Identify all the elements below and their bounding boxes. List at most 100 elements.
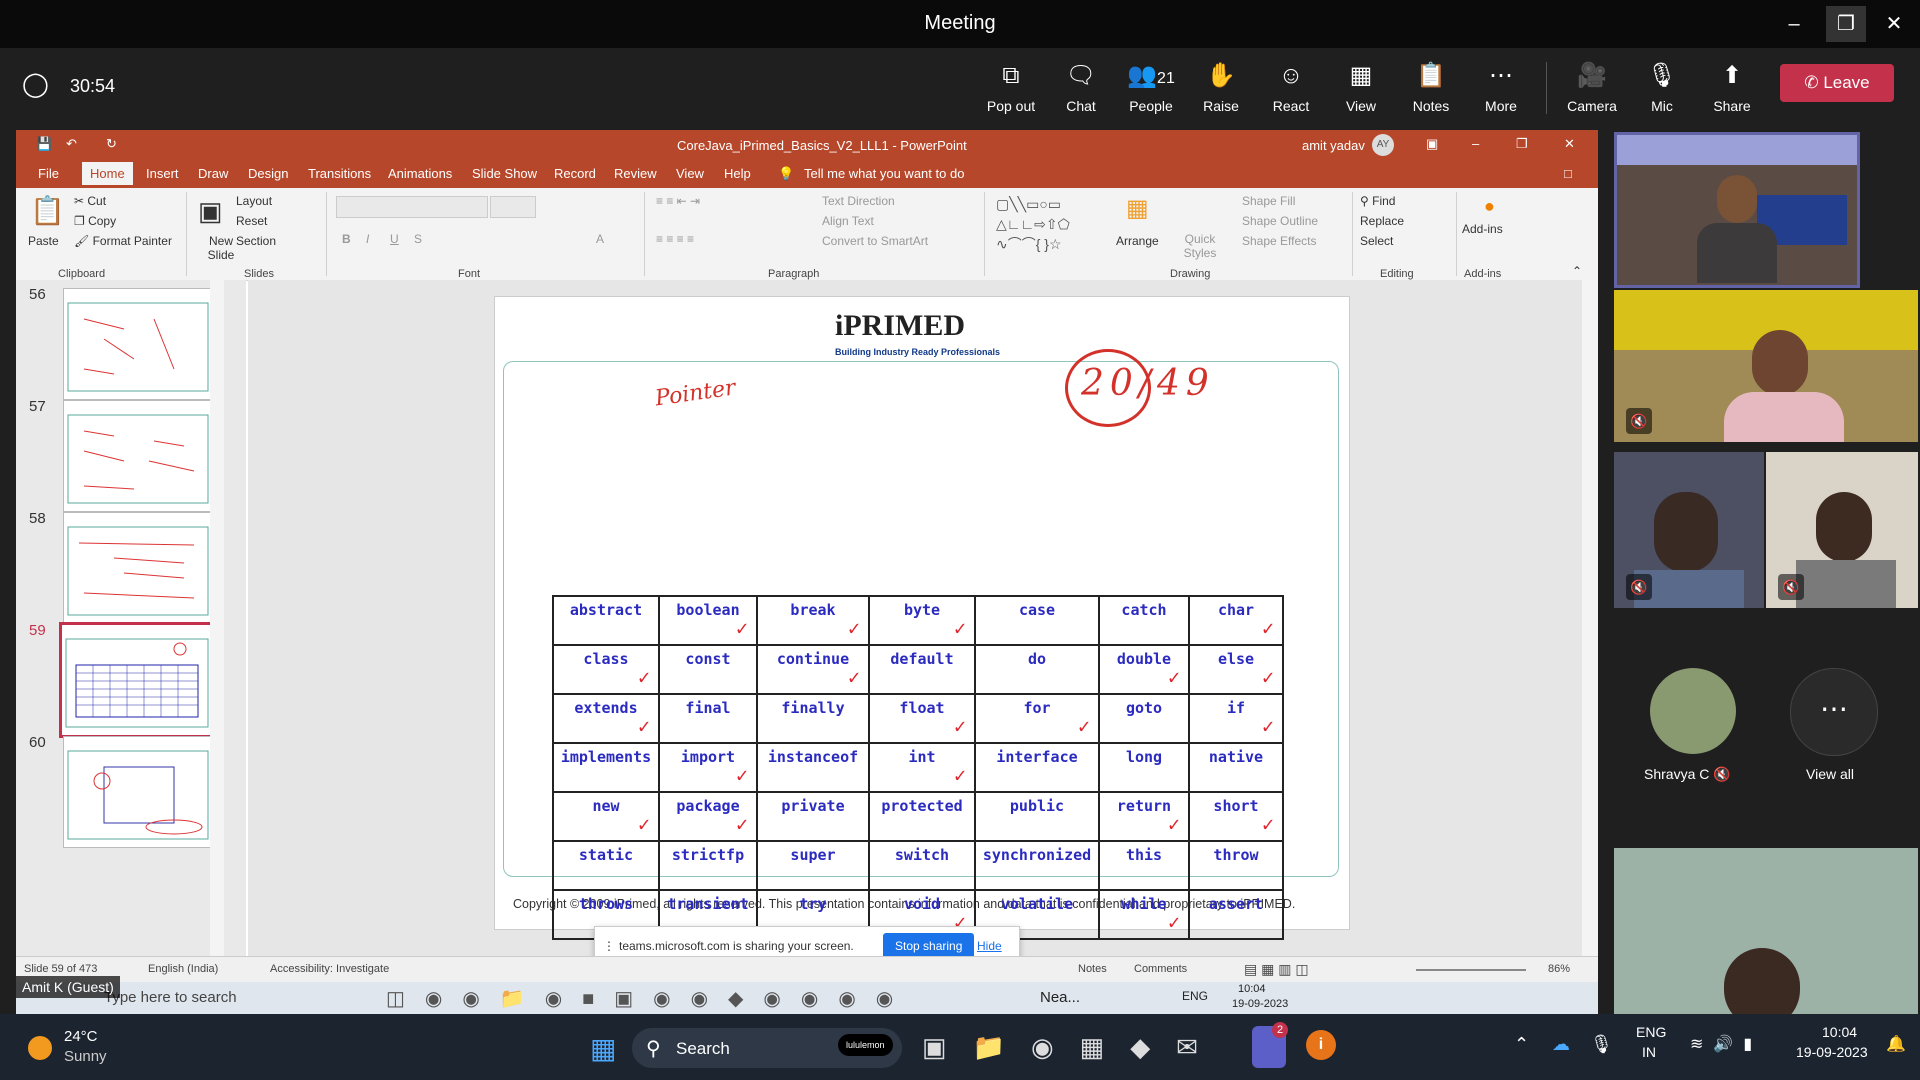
format-painter-button[interactable]: 🖌 Format Painter [74,234,172,248]
tab-file[interactable]: File [38,166,59,181]
zoom-slider[interactable] [1416,969,1526,971]
notes-button[interactable]: 📋 Notes [1396,60,1466,114]
raise-hand-button[interactable]: ✋ Raise [1186,60,1256,114]
weather-icon[interactable] [28,1036,52,1060]
minimize-icon[interactable]: – [1774,6,1814,42]
undo-icon[interactable]: ↶ [66,136,77,152]
addins-button[interactable]: Add-ins [1462,222,1503,236]
shape-fill-button[interactable]: Shape Fill [1242,194,1295,208]
tab-home[interactable]: Home [82,162,133,185]
windows-start-icon[interactable]: ▦ [590,1032,616,1065]
people-button[interactable]: 👥21 People [1116,60,1186,114]
underline-icon[interactable]: U [390,232,399,246]
inner-weather[interactable]: Nea... [1040,989,1080,1006]
thumbnail-56[interactable] [63,288,215,400]
bullets-icon[interactable]: ≡ ≡ ⇤ ⇥ [656,194,700,208]
paste-icon[interactable]: 📋 [30,194,65,227]
tab-record[interactable]: Record [554,166,596,181]
arrange-button[interactable]: Arrange [1116,234,1159,248]
video-tile-participant-3[interactable]: 🔇 [1614,452,1764,608]
ppt-minimize-icon[interactable]: – [1472,136,1479,151]
language-status[interactable]: English (India) [148,963,218,975]
tab-animations[interactable]: Animations [388,166,452,181]
tell-me-search[interactable]: Tell me what you want to do [804,166,964,181]
quick-styles-button[interactable]: Quick Styles [1180,232,1220,260]
zoom-level[interactable]: 86% [1548,963,1570,975]
font-color-icon[interactable]: A [596,232,604,246]
inner-search-box[interactable]: Type here to search [104,989,237,1006]
section-button[interactable]: Section [236,234,276,248]
ppt-close-icon[interactable]: ✕ [1564,136,1575,152]
taskbar-date[interactable]: 19-09-2023 [1796,1044,1868,1060]
layout-button[interactable]: Layout [236,194,272,208]
save-icon[interactable]: 💾 [36,136,52,152]
notification-icon[interactable]: 🔔 [1886,1034,1906,1054]
arrange-icon[interactable]: ▦ [1126,194,1149,223]
leave-button[interactable]: ✆ Leave [1780,64,1894,102]
taskbar-search[interactable]: ⚲ Search lululemon [632,1028,902,1068]
shape-effects-button[interactable]: Shape Effects [1242,234,1317,248]
align-icon[interactable]: ≡ ≡ ≡ ≡ [656,232,694,246]
shadow-icon[interactable]: S [414,232,422,246]
chevron-up-icon[interactable]: ⌃ [1514,1034,1529,1055]
camera-button[interactable]: 🎥 Camera [1557,60,1627,114]
tab-view[interactable]: View [676,166,704,181]
hide-banner-link[interactable]: Hide [977,939,1002,953]
mic-off-icon[interactable]: 🎙 [1590,1034,1613,1055]
shape-outline-button[interactable]: Shape Outline [1242,214,1318,228]
avatar[interactable] [1650,668,1736,754]
comments-toggle[interactable]: Comments [1134,963,1187,975]
collapse-ribbon-icon[interactable]: ⌃ [1572,264,1582,278]
comment-icon[interactable]: □ [1564,166,1572,181]
tab-slide-show[interactable]: Slide Show [472,166,537,181]
notes-toggle[interactable]: Notes [1078,963,1107,975]
lang-bottom[interactable]: IN [1642,1044,1656,1060]
reset-button[interactable]: Reset [236,214,267,228]
system-tray-icons[interactable]: ≋🔊▮ [1690,1034,1762,1054]
app-info-icon[interactable]: i [1306,1030,1336,1060]
video-tile-participant-5[interactable] [1614,848,1918,1014]
inner-lang[interactable]: ENG [1182,989,1208,1003]
onedrive-icon[interactable]: ☁ [1552,1034,1570,1055]
redo-icon[interactable]: ↻ [106,136,117,152]
chat-button[interactable]: 🗨 Chat [1046,60,1116,114]
thumbnail-scrollbar[interactable] [210,280,224,960]
video-tile-presenter[interactable] [1614,132,1860,288]
paste-button[interactable]: Paste [28,234,59,248]
more-participants-icon[interactable]: ⋯ [1790,668,1878,756]
tab-help[interactable]: Help [724,166,751,181]
find-button[interactable]: ⚲ Find [1360,194,1395,208]
cut-button[interactable]: ✂ Cut [74,194,106,208]
view-all-label[interactable]: View all [1806,766,1854,782]
font-size-select[interactable] [490,196,536,218]
more-button[interactable]: ⋯ More [1466,60,1536,114]
tab-design[interactable]: Design [248,166,288,181]
shapes-gallery[interactable]: ▢╲╲▭○▭ △∟∟⇨⇧⬠ ∿⌒⌒{ }☆ [996,194,1106,254]
copy-button[interactable]: ❐ Copy [74,214,116,228]
restore-icon[interactable]: ❐ [1826,6,1866,42]
ppt-restore-icon[interactable]: ❐ [1516,136,1528,152]
taskbar-time[interactable]: 10:04 [1822,1024,1857,1040]
react-button[interactable]: ☺ React [1256,60,1326,114]
weather-desc[interactable]: Sunny [64,1048,107,1065]
text-direction-button[interactable]: Text Direction [822,194,895,208]
thumbnail-57[interactable] [63,400,215,512]
thumbnail-58[interactable] [63,512,215,624]
accessibility-status[interactable]: Accessibility: Investigate [270,963,389,975]
tab-insert[interactable]: Insert [146,166,179,181]
align-text-button[interactable]: Align Text [822,214,874,228]
bold-icon[interactable]: B [342,232,351,246]
view-modes-icon[interactable]: ▤ ▦ ▥ ◫ [1244,961,1309,978]
close-icon[interactable]: ✕ [1874,6,1914,42]
share-button[interactable]: ⬆ Share [1697,60,1767,114]
pinned-apps[interactable]: ▣📁◉▦◆✉ [922,1032,1224,1063]
avatar[interactable]: AY [1372,134,1394,156]
lang-top[interactable]: ENG [1636,1024,1666,1040]
popout-button[interactable]: ⧉ Pop out [976,60,1046,114]
inner-taskbar-apps[interactable]: ◫◉◉📁◉■▣◉◉◆◉◉◉◉ [386,986,913,1011]
tab-review[interactable]: Review [614,166,657,181]
video-tile-participant-4[interactable]: 🔇 [1766,452,1918,608]
canvas-scrollbar[interactable] [1582,280,1598,960]
thumbnail-60[interactable] [63,736,215,848]
view-button[interactable]: ▦ View [1326,60,1396,114]
